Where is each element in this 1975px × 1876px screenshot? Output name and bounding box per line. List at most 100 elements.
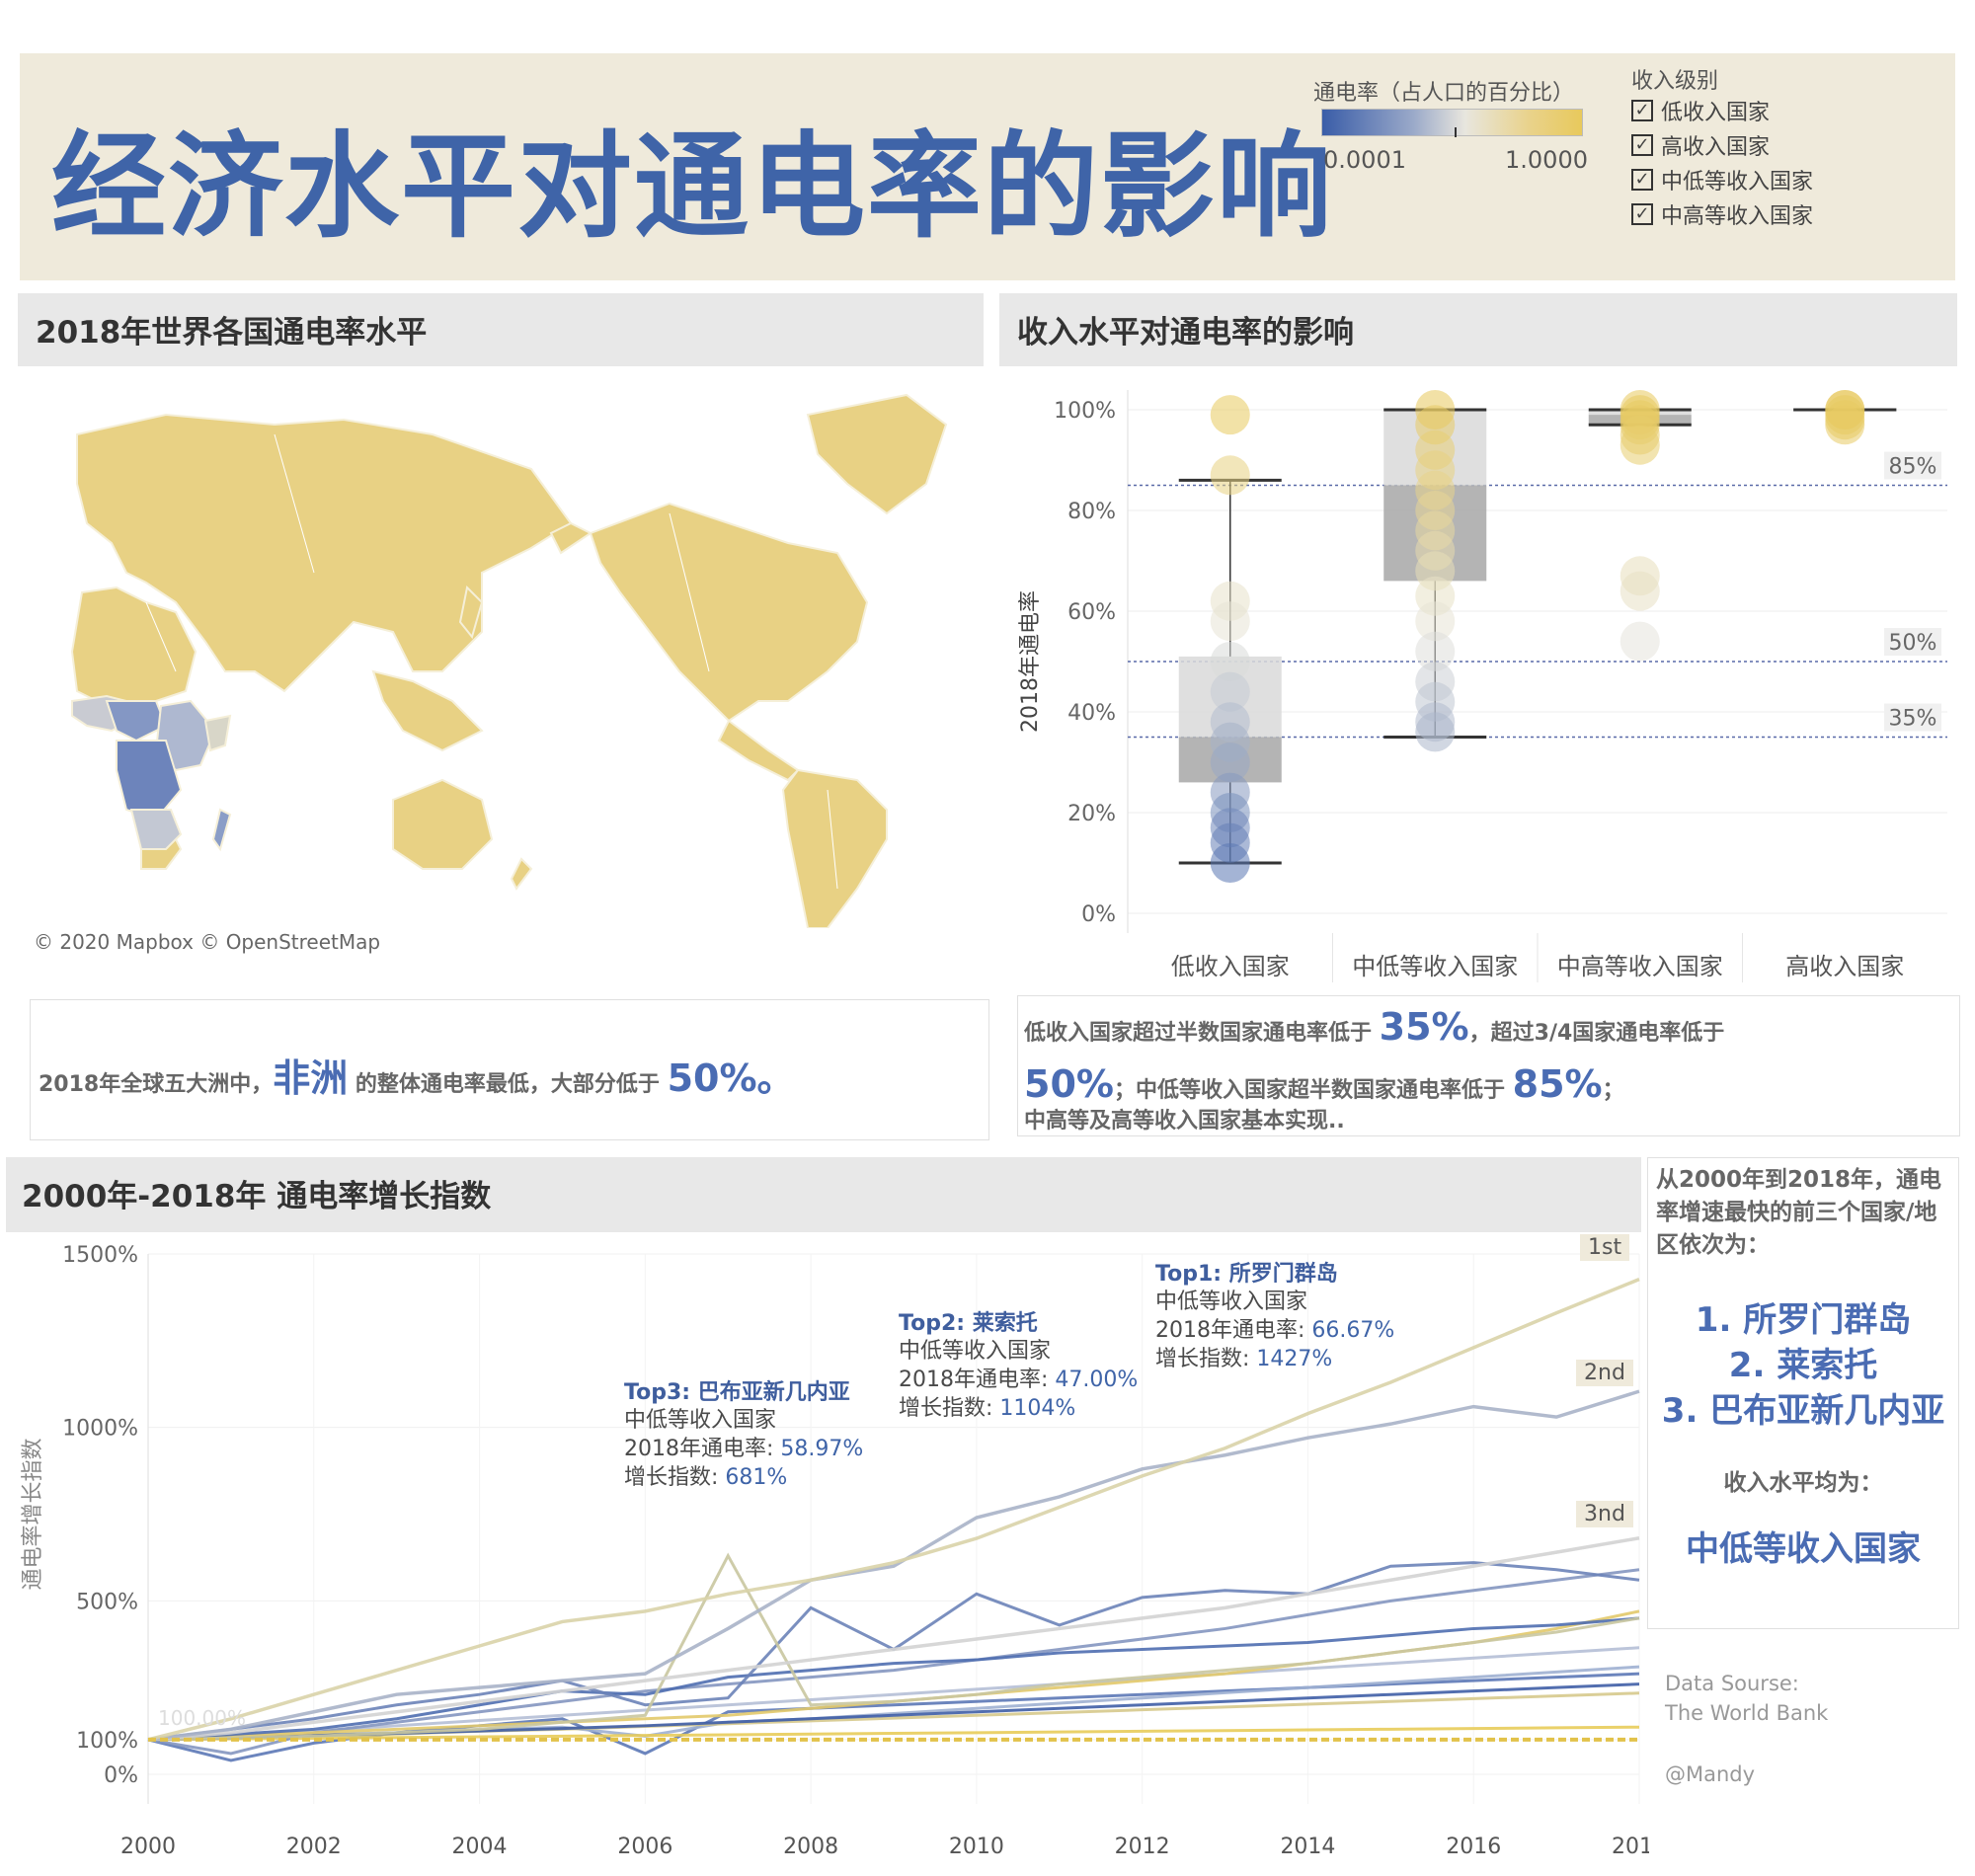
side-note-rank1: 1. 所罗门群岛 [1695, 1300, 1912, 1340]
annotation-group: 中低等收入国家 [1155, 1290, 1308, 1314]
box-reference-label: 35% [1889, 707, 1937, 732]
map-attribution[interactable]: © 2020 Mapbox © OpenStreetMap [34, 930, 380, 954]
annotation-value: 66.67% [1311, 1318, 1395, 1343]
note-highlight-50: 50%。 [667, 1056, 795, 1100]
author-credit: @Mandy [1665, 1762, 1756, 1786]
annotation-value: 1427% [1256, 1347, 1333, 1371]
box-data-point [1825, 405, 1865, 445]
line-y-tick-label: 100% [76, 1729, 138, 1754]
line-series [147, 1609, 1640, 1742]
annotation-value: 58.97% [780, 1437, 864, 1461]
line-y-tick-label: 500% [76, 1590, 138, 1614]
box-y-axis-title: 2018年通电率 [1018, 590, 1043, 733]
box-reference-label: 50% [1889, 631, 1937, 656]
map-region-southeast-asia [371, 669, 484, 752]
world-map[interactable] [18, 375, 984, 928]
box-y-tick-label: 40% [1067, 701, 1116, 726]
map-region-north-america [589, 502, 869, 723]
rank-label-2nd: 2nd [1576, 1360, 1633, 1386]
checkbox-checked-icon[interactable]: ✓ [1631, 100, 1653, 121]
box-y-tick-label: 60% [1067, 600, 1116, 625]
note-text: ，超过3/4国家通电率低于 [1468, 1021, 1725, 1046]
line-y-tick-label: 1000% [62, 1417, 138, 1442]
line-x-tick-label: 2010 [949, 1835, 1004, 1859]
line-x-tick-label: 2004 [452, 1835, 508, 1859]
side-note-intro: 从2000年到2018年，通电率增速最快的前三个国家/地区依次为： [1656, 1167, 1942, 1258]
source-name: The World Bank [1665, 1701, 1829, 1725]
map-region-madagascar [211, 808, 232, 852]
annotation-value: 1104% [999, 1396, 1076, 1421]
box-y-tick-label: 80% [1067, 500, 1116, 524]
line-x-tick-label: 2000 [120, 1835, 176, 1859]
side-note-rank3: 3. 巴布亚新几内亚 [1661, 1391, 1945, 1431]
side-note-level: 中低等收入国家 [1686, 1529, 1921, 1569]
note-highlight-85: 85% [1512, 1062, 1603, 1106]
income-filter-title: 收入级别 [1631, 69, 1719, 94]
line-x-tick-label: 2002 [286, 1835, 342, 1859]
annotation-top1: Top1: 所罗门群岛 中低等收入国家 2018年通电率: 66.67% 增长指… [1155, 1256, 1394, 1373]
box-data-point [1210, 843, 1250, 883]
note-text: 中高等及高等收入国家基本实现.. [1024, 1109, 1345, 1133]
note-text: 低收入国家超过半数国家通电率低于 [1024, 1021, 1380, 1046]
income-filter-item-low[interactable]: ✓ 低收入国家 [1631, 95, 1770, 126]
annotation-label: 2018年通电率: [1155, 1318, 1312, 1343]
annotation-group: 中低等收入国家 [899, 1339, 1052, 1364]
line-panel-title: 2000年-2018年 通电率增长指数 [6, 1157, 1641, 1232]
annotation-label: 增长指数: [624, 1465, 726, 1490]
line-y-axis-title: 通电率增长指数 [21, 1438, 45, 1590]
checkbox-checked-icon[interactable]: ✓ [1631, 169, 1653, 191]
annotation-title: Top3: 巴布亚新几内亚 [624, 1380, 850, 1405]
africa-note: 2018年全球五大洲中，非洲 的整体通电率最低，大部分低于 50%。 [30, 999, 989, 1140]
box-category-label: 中低等收入国家 [1352, 953, 1518, 980]
growth-line-chart[interactable]: 0% 100% 500% 1000% 1500% 通电率增长指数 2000 2002 2004 2… [0, 1234, 1649, 1866]
annotation-label: 2018年通电率: [899, 1368, 1056, 1392]
data-source: Data Sourse: The World Bank @Mandy [1665, 1669, 1828, 1789]
income-filter-item-lower-middle[interactable]: ✓ 中低等收入国家 [1631, 164, 1813, 195]
page-title: 经济水平对通电率的影响 [51, 120, 1333, 254]
color-legend-min: 0.0001 [1323, 146, 1406, 174]
map-region-australia [392, 778, 494, 870]
box-y-tick-label: 0% [1081, 902, 1116, 927]
box-y-tick-label: 20% [1067, 802, 1116, 826]
annotation-label: 增长指数: [899, 1396, 1000, 1421]
rank-label-1st: 1st [1580, 1234, 1630, 1261]
map-region-south-america [781, 768, 888, 928]
map-region-greenland [806, 393, 948, 515]
box-data-point [1620, 621, 1660, 662]
map-region-new-zealand [510, 857, 533, 891]
start-value-label: 100.00% [158, 1706, 246, 1730]
line-y-tick-label: 1500% [62, 1243, 138, 1268]
box-data-point [1210, 455, 1250, 496]
note-text: ；中低等收入国家超半数国家通电率低于 [1113, 1078, 1513, 1103]
side-note-level-label: 收入水平均为： [1723, 1470, 1883, 1496]
box-data-point [1620, 425, 1660, 465]
income-filter-item-upper-middle[interactable]: ✓ 中高等收入国家 [1631, 198, 1813, 230]
checkbox-checked-icon[interactable]: ✓ [1631, 203, 1653, 225]
filter-label: 高收入国家 [1661, 135, 1771, 160]
line-y-tick-label: 0% [104, 1763, 138, 1788]
color-legend-gradient[interactable] [1321, 109, 1583, 137]
box-data-point [1415, 712, 1456, 752]
box-data-point [1210, 395, 1250, 435]
checkbox-checked-icon[interactable]: ✓ [1631, 134, 1653, 156]
map-region-central-america [717, 719, 800, 782]
box-data-point [1210, 601, 1250, 642]
box-category-label: 中高等收入国家 [1557, 953, 1723, 980]
box-plot-chart[interactable]: 0% 20% 40% 60% 80% 100% 2018年通电率 85% 50% 35% 低收入国家… [999, 375, 1957, 982]
note-text: 2018年全球五大洲中， [39, 1072, 274, 1097]
side-note: 从2000年到2018年，通电率增速最快的前三个国家/地区依次为： 1. 所罗门… [1647, 1157, 1959, 1629]
color-legend-title: 通电率（占人口的百分比） [1313, 81, 1575, 106]
line-x-tick-label: 2006 [617, 1835, 672, 1859]
filter-label: 中高等收入国家 [1661, 204, 1814, 229]
annotation-value: 47.00% [1055, 1368, 1139, 1392]
annotation-top3: Top3: 巴布亚新几内亚 中低等收入国家 2018年通电率: 58.97% 增… [624, 1374, 863, 1492]
box-y-tick-label: 100% [1054, 399, 1116, 424]
rank-label-3rd: 3nd [1576, 1501, 1633, 1527]
filter-label: 中低等收入国家 [1661, 170, 1814, 195]
income-filter-item-high[interactable]: ✓ 高收入国家 [1631, 129, 1770, 161]
box-reference-label: 85% [1889, 455, 1937, 480]
map-panel-title: 2018年世界各国通电率水平 [18, 293, 984, 366]
box-category-label: 高收入国家 [1785, 953, 1904, 980]
annotation-top2: Top2: 莱索托 中低等收入国家 2018年通电率: 47.00% 增长指数:… [899, 1305, 1138, 1423]
annotation-title: Top2: 莱索托 [899, 1311, 1038, 1336]
